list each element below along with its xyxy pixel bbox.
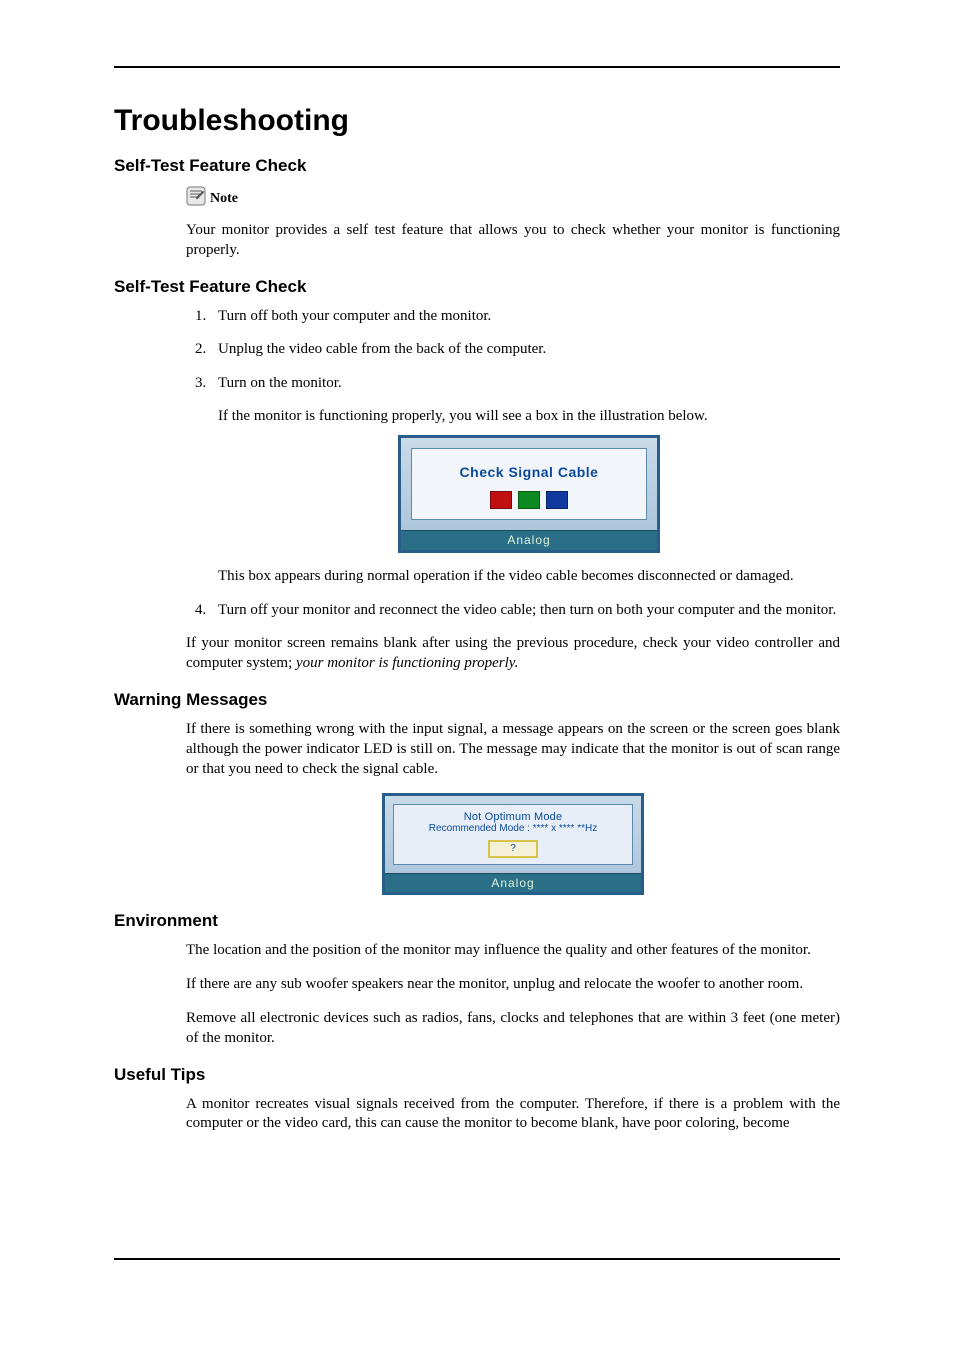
step-3-para-2: This box appears during normal operation… <box>218 567 840 587</box>
self-test-closing: If your monitor screen remains blank aft… <box>186 634 840 674</box>
section-heading-environment: Environment <box>114 911 840 931</box>
step-4-text: Turn off your monitor and reconnect the … <box>218 602 836 618</box>
section-heading-self-test-1: Self-Test Feature Check <box>114 156 840 176</box>
environment-p1: The location and the position of the mon… <box>186 941 840 961</box>
osd-not-optimum-question: ? <box>488 840 538 858</box>
bottom-rule <box>114 1258 840 1260</box>
osd-check-signal-footer: Analog <box>401 530 657 551</box>
osd-not-optimum-line2: Recommended Mode : **** x **** **Hz <box>394 823 632 834</box>
swatch-blue <box>546 491 568 509</box>
step-3-text: Turn on the monitor. <box>218 375 342 391</box>
osd-not-optimum-line1: Not Optimum Mode <box>394 811 632 823</box>
osd-color-swatches <box>412 491 646 509</box>
top-rule <box>114 66 840 68</box>
page-title: Troubleshooting <box>114 104 840 138</box>
document-page: Troubleshooting Self-Test Feature Check … <box>0 0 954 1350</box>
section-body-environment: The location and the position of the mon… <box>114 941 840 1048</box>
step-2: Unplug the video cable from the back of … <box>210 340 840 360</box>
section-body-warning: If there is something wrong with the inp… <box>114 720 840 895</box>
tips-p1: A monitor recreates visual signals recei… <box>186 1095 840 1135</box>
swatch-green <box>518 491 540 509</box>
osd-check-signal-inner: Check Signal Cable <box>411 448 647 520</box>
osd-check-signal-title: Check Signal Cable <box>412 463 646 481</box>
step-4: Turn off your monitor and reconnect the … <box>210 601 840 621</box>
swatch-red <box>490 491 512 509</box>
step-1: Turn off both your computer and the moni… <box>210 307 840 327</box>
section-body-tips: A monitor recreates visual signals recei… <box>114 1095 840 1135</box>
self-test-closing-b: your monitor is functioning properly. <box>296 655 518 671</box>
section-heading-tips: Useful Tips <box>114 1065 840 1085</box>
environment-p3: Remove all electronic devices such as ra… <box>186 1009 840 1049</box>
note-row: Note <box>186 186 840 211</box>
warning-body: If there is something wrong with the inp… <box>186 720 840 779</box>
section-heading-warning: Warning Messages <box>114 690 840 710</box>
note-icon <box>186 186 206 211</box>
section-body-self-test-2: Turn off both your computer and the moni… <box>114 307 840 674</box>
note-body: Your monitor provides a self test featur… <box>186 221 840 261</box>
osd-check-signal-illustration: Check Signal Cable Analog <box>398 435 660 554</box>
environment-p2: If there are any sub woofer speakers nea… <box>186 975 840 995</box>
osd-not-optimum-illustration: Not Optimum Mode Recommended Mode : ****… <box>382 793 644 895</box>
ordered-steps: Turn off both your computer and the moni… <box>186 307 840 621</box>
osd-not-optimum-inner: Not Optimum Mode Recommended Mode : ****… <box>393 804 633 865</box>
section-body-self-test-1: Note Your monitor provides a self test f… <box>114 186 840 261</box>
note-label: Note <box>210 191 238 207</box>
step-2-text: Unplug the video cable from the back of … <box>218 341 546 357</box>
step-3-para-1: If the monitor is functioning properly, … <box>218 407 840 427</box>
step-1-text: Turn off both your computer and the moni… <box>218 308 491 324</box>
step-3: Turn on the monitor. If the monitor is f… <box>210 374 840 587</box>
osd-not-optimum-footer: Analog <box>385 873 641 892</box>
section-heading-self-test-2: Self-Test Feature Check <box>114 277 840 297</box>
